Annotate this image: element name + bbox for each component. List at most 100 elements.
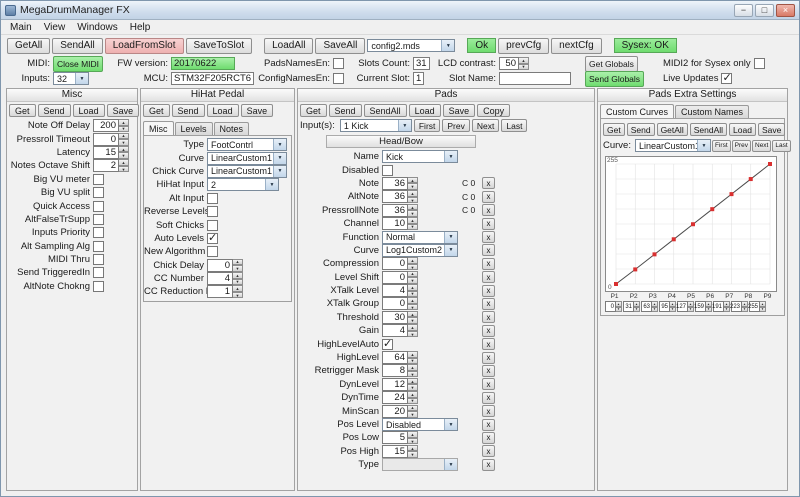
spinner-value[interactable]: 0: [382, 271, 408, 284]
spinner-value[interactable]: 36: [382, 177, 408, 190]
spin-down-icon[interactable]: [408, 224, 418, 231]
notes-octave-shift-spinner[interactable]: 2: [93, 159, 129, 172]
next-curve-button[interactable]: Next: [752, 140, 771, 152]
spinner-value[interactable]: 50: [499, 57, 519, 70]
clear-button[interactable]: x: [482, 445, 495, 457]
clear-button[interactable]: x: [482, 271, 495, 283]
chevron-down-icon[interactable]: [444, 151, 457, 162]
config-file-combo[interactable]: config2.mds: [367, 39, 455, 52]
spinner-value[interactable]: 223: [731, 301, 742, 312]
chevron-down-icon[interactable]: [265, 179, 278, 190]
minimize-icon[interactable]: [734, 4, 753, 17]
spin-down-icon[interactable]: [652, 307, 658, 313]
tab-custom-curves[interactable]: Custom Curves: [600, 104, 674, 118]
xtalk-level-spinner[interactable]: 4: [382, 284, 418, 297]
spinner-value[interactable]: 4: [207, 272, 233, 285]
reverse-levels-checkbox[interactable]: [207, 206, 218, 217]
next-cfg-button[interactable]: nextCfg: [551, 38, 601, 54]
spin-down-icon[interactable]: [408, 304, 418, 311]
pads-copy-button[interactable]: Copy: [477, 104, 510, 117]
clear-button[interactable]: x: [482, 298, 495, 310]
clear-button[interactable]: x: [482, 365, 495, 377]
curve-point-spinner[interactable]: 31: [623, 301, 640, 312]
hihat-curve-combo[interactable]: LinearCustom1: [207, 152, 287, 165]
pos-low-spinner[interactable]: 5: [382, 431, 418, 444]
curve-point-spinner[interactable]: 255: [749, 301, 766, 312]
xtalk-group-spinner[interactable]: 0: [382, 297, 418, 310]
spin-down-icon[interactable]: [408, 384, 418, 391]
prev-curve-button[interactable]: Prev: [732, 140, 751, 152]
spin-down-icon[interactable]: [119, 139, 129, 146]
spin-down-icon[interactable]: [119, 166, 129, 173]
clear-button[interactable]: x: [482, 177, 495, 189]
soft-chicks-checkbox[interactable]: [207, 220, 218, 231]
extra-curve-combo[interactable]: LinearCustom1: [635, 139, 711, 152]
extra-getall-button[interactable]: GetAll: [657, 123, 688, 136]
spin-down-icon[interactable]: [634, 307, 640, 313]
chevron-down-icon[interactable]: [444, 245, 457, 256]
spinner-value[interactable]: 8: [382, 364, 408, 377]
spinner-value[interactable]: 10: [382, 217, 408, 230]
extra-get-button[interactable]: Get: [603, 123, 625, 136]
get-all-button[interactable]: GetAll: [7, 38, 50, 54]
gain-spinner[interactable]: 4: [382, 324, 418, 337]
prev-cfg-button[interactable]: prevCfg: [498, 38, 549, 54]
auto-levels-checkbox[interactable]: [207, 233, 218, 244]
clear-button[interactable]: x: [482, 244, 495, 256]
curve-point-spinner[interactable]: 159: [695, 301, 712, 312]
spin-down-icon[interactable]: [616, 307, 622, 313]
hihat-type-combo[interactable]: FootContrl: [207, 138, 287, 151]
alt-sampling-alg-checkbox[interactable]: [93, 241, 104, 252]
tab-custom-names[interactable]: Custom Names: [675, 105, 749, 118]
highlevelauto-checkbox[interactable]: [382, 339, 393, 350]
last-pad-button[interactable]: Last: [501, 119, 527, 132]
chevron-down-icon[interactable]: [273, 139, 286, 150]
spinner-value[interactable]: 1: [207, 285, 233, 298]
cc-reduction-lvl-spinner[interactable]: 1: [207, 285, 243, 298]
chevron-down-icon[interactable]: [444, 419, 457, 430]
clear-button[interactable]: x: [482, 325, 495, 337]
config-names-en-checkbox[interactable]: [333, 73, 344, 84]
compression-spinner[interactable]: 0: [382, 257, 418, 270]
note-off-delay-spinner[interactable]: 200: [93, 119, 129, 132]
save-all-button[interactable]: SaveAll: [315, 38, 365, 54]
clear-button[interactable]: x: [482, 405, 495, 417]
spin-down-icon[interactable]: [408, 183, 418, 190]
spinner-value[interactable]: 2: [93, 159, 119, 172]
channel-spinner[interactable]: 10: [382, 217, 418, 230]
close-midi-button[interactable]: Close MIDI: [53, 56, 103, 72]
chevron-down-icon[interactable]: [444, 232, 457, 243]
pad-name-combo[interactable]: Kick: [382, 150, 458, 163]
pads-sendall-button[interactable]: SendAll: [364, 104, 407, 117]
spinner-value[interactable]: 127: [677, 301, 688, 312]
spinner-value[interactable]: 0: [382, 297, 408, 310]
spin-down-icon[interactable]: [233, 265, 243, 272]
pressroll-timeout-spinner[interactable]: 0: [93, 133, 129, 146]
spinner-value[interactable]: 15: [93, 146, 119, 159]
clear-button[interactable]: x: [482, 459, 495, 471]
spinner-value[interactable]: 191: [713, 301, 724, 312]
spin-down-icon[interactable]: [408, 264, 418, 271]
pressrollnote-spinner[interactable]: 36: [382, 204, 418, 217]
misc-save-button[interactable]: Save: [107, 104, 140, 117]
send-globals-button[interactable]: Send Globals: [585, 71, 644, 87]
pads-load-button[interactable]: Load: [409, 104, 441, 117]
spinner-value[interactable]: 31: [623, 301, 634, 312]
spinner-value[interactable]: 159: [695, 301, 706, 312]
clear-button[interactable]: x: [482, 204, 495, 216]
clear-button[interactable]: x: [482, 378, 495, 390]
curve-point-spinner[interactable]: 191: [713, 301, 730, 312]
hihat-save-button[interactable]: Save: [241, 104, 274, 117]
extra-load-button[interactable]: Load: [729, 123, 756, 136]
load-all-button[interactable]: LoadAll: [264, 38, 313, 54]
close-icon[interactable]: [776, 4, 795, 17]
spin-down-icon[interactable]: [408, 411, 418, 418]
altnote-chokng-checkbox[interactable]: [93, 281, 104, 292]
clear-button[interactable]: x: [482, 311, 495, 323]
inputs-priority-checkbox[interactable]: [93, 227, 104, 238]
big-vu-meter-checkbox[interactable]: [93, 174, 104, 185]
prev-pad-button[interactable]: Prev: [442, 119, 469, 132]
spinner-value[interactable]: 64: [382, 351, 408, 364]
extra-save-button[interactable]: Save: [758, 123, 785, 136]
maximize-icon[interactable]: [755, 4, 774, 17]
